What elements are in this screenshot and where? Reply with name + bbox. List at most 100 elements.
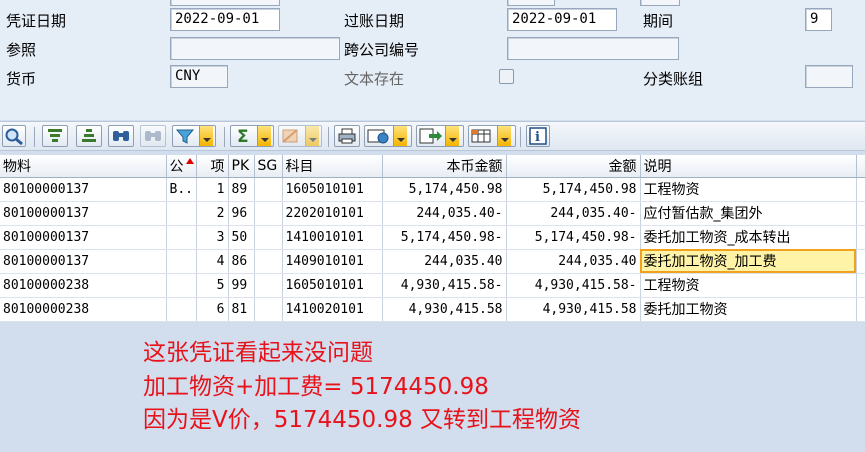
cell-company[interactable] bbox=[166, 297, 197, 322]
cell-account[interactable]: 1605010101 bbox=[282, 273, 383, 298]
cell-pk[interactable]: 89 bbox=[228, 177, 255, 202]
cell-company[interactable] bbox=[166, 249, 197, 274]
find-next-button[interactable] bbox=[140, 125, 166, 147]
cell-amount[interactable]: 244,035.40- bbox=[506, 201, 641, 226]
cell-material[interactable]: 80100000137 bbox=[0, 177, 167, 202]
layout-button[interactable] bbox=[468, 125, 516, 147]
sum-button[interactable]: Σ bbox=[230, 125, 274, 147]
table-row[interactable]: 80100000137 2 96 2202010101 244,035.40- … bbox=[0, 201, 865, 226]
cell-item[interactable]: 4 bbox=[196, 249, 229, 274]
cell-amount[interactable]: 5,174,450.98- bbox=[506, 225, 641, 250]
cell-item[interactable]: 5 bbox=[196, 273, 229, 298]
print-button[interactable] bbox=[334, 125, 360, 147]
cell-material[interactable]: 80100000238 bbox=[0, 273, 167, 298]
views-button[interactable] bbox=[364, 125, 412, 147]
cell-sg[interactable] bbox=[254, 249, 283, 274]
cell-text[interactable]: 委托加工物资 bbox=[640, 297, 857, 322]
cell-local-amount[interactable]: 5,174,450.98- bbox=[382, 225, 507, 250]
sort-ascending-button[interactable] bbox=[42, 125, 68, 147]
cell-text[interactable]: 应付暂估款_集团外 bbox=[640, 201, 857, 226]
cell-item[interactable]: 2 bbox=[196, 201, 229, 226]
cell-item[interactable]: 6 bbox=[196, 297, 229, 322]
table-row[interactable]: 80100000238 5 99 1605010101 4,930,415.58… bbox=[0, 273, 865, 298]
cell-local-amount[interactable]: 244,035.40 bbox=[382, 249, 507, 274]
cell-account[interactable]: 1409010101 bbox=[282, 249, 383, 274]
cell-local-amount[interactable]: 4,930,415.58- bbox=[382, 273, 507, 298]
details-button[interactable] bbox=[2, 125, 26, 147]
cell-company[interactable] bbox=[166, 225, 197, 250]
cell-pk[interactable]: 99 bbox=[228, 273, 255, 298]
cutoff-field-3[interactable] bbox=[640, 0, 680, 6]
reference-field[interactable] bbox=[170, 37, 340, 60]
cell-sg[interactable] bbox=[254, 225, 283, 250]
cell-local-amount[interactable]: 244,035.40- bbox=[382, 201, 507, 226]
ledger-group-field[interactable] bbox=[805, 65, 853, 88]
col-header-local-amount[interactable]: 本币金额 bbox=[382, 155, 507, 178]
cell-text[interactable]: 委托加工物资_成本转出 bbox=[640, 225, 857, 250]
currency-field[interactable]: CNY bbox=[170, 65, 228, 88]
col-header-sg[interactable]: SG bbox=[254, 155, 283, 178]
col-header-company[interactable]: 公 bbox=[166, 155, 197, 178]
cell-company[interactable] bbox=[166, 201, 197, 226]
cell-amount[interactable]: 5,174,450.98 bbox=[506, 177, 641, 202]
cell-sg[interactable] bbox=[254, 177, 283, 202]
subtotal-button[interactable] bbox=[278, 125, 322, 147]
cutoff-field-1[interactable] bbox=[170, 0, 280, 6]
cell-pk[interactable]: 50 bbox=[228, 225, 255, 250]
cell-material[interactable]: 80100000137 bbox=[0, 225, 167, 250]
layout-dropdown-arrow[interactable] bbox=[497, 126, 511, 146]
table-row[interactable]: 80100000137 B... 1 89 1605010101 5,174,4… bbox=[0, 177, 865, 202]
cell-account[interactable]: 2202010101 bbox=[282, 201, 383, 226]
col-header-pk[interactable]: PK bbox=[228, 155, 255, 178]
cell-pk[interactable]: 86 bbox=[228, 249, 255, 274]
cell-account[interactable]: 1410010101 bbox=[282, 225, 383, 250]
subtotal-dropdown-arrow[interactable] bbox=[305, 126, 319, 146]
cell-company[interactable]: B... bbox=[166, 177, 197, 202]
cell-item[interactable]: 1 bbox=[196, 177, 229, 202]
cell-sg[interactable] bbox=[254, 273, 283, 298]
views-dropdown-arrow[interactable] bbox=[393, 126, 407, 146]
cell-material[interactable]: 80100000137 bbox=[0, 249, 167, 274]
cell-sg[interactable] bbox=[254, 297, 283, 322]
filter-button[interactable] bbox=[172, 125, 216, 147]
posting-date-field[interactable]: 2022-09-01 bbox=[507, 8, 617, 31]
filter-dropdown-arrow[interactable] bbox=[199, 126, 213, 146]
col-header-text[interactable]: 说明 bbox=[640, 155, 857, 178]
col-header-overflow[interactable] bbox=[856, 155, 865, 178]
period-field[interactable]: 9 bbox=[805, 8, 832, 31]
cutoff-field-2[interactable] bbox=[507, 0, 555, 6]
cell-material[interactable]: 80100000137 bbox=[0, 201, 167, 226]
info-button[interactable]: i bbox=[526, 125, 550, 147]
cell-account[interactable]: 1605010101 bbox=[282, 177, 383, 202]
table-row[interactable]: 80100000137 3 50 1410010101 5,174,450.98… bbox=[0, 225, 865, 250]
cell-amount[interactable]: 244,035.40 bbox=[506, 249, 641, 274]
cell-material[interactable]: 80100000238 bbox=[0, 297, 167, 322]
sum-dropdown-arrow[interactable] bbox=[257, 126, 271, 146]
col-header-item[interactable]: 项 bbox=[196, 155, 229, 178]
cell-text-selected[interactable]: 委托加工物资_加工费 bbox=[640, 249, 857, 274]
cell-amount[interactable]: 4,930,415.58- bbox=[506, 273, 641, 298]
col-header-material[interactable]: 物料 bbox=[0, 155, 167, 178]
cell-pk[interactable]: 96 bbox=[228, 201, 255, 226]
doc-date-field[interactable]: 2022-09-01 bbox=[170, 8, 280, 31]
export-dropdown-arrow[interactable] bbox=[445, 126, 459, 146]
cell-item[interactable]: 3 bbox=[196, 225, 229, 250]
cell-company[interactable] bbox=[166, 273, 197, 298]
cell-text[interactable]: 工程物资 bbox=[640, 273, 857, 298]
sort-descending-button[interactable] bbox=[76, 125, 102, 147]
cell-pk[interactable]: 81 bbox=[228, 297, 255, 322]
cell-local-amount[interactable]: 4,930,415.58 bbox=[382, 297, 507, 322]
cell-local-amount[interactable]: 5,174,450.98 bbox=[382, 177, 507, 202]
cell-sg[interactable] bbox=[254, 201, 283, 226]
cell-account[interactable]: 1410020101 bbox=[282, 297, 383, 322]
col-header-account[interactable]: 科目 bbox=[282, 155, 383, 178]
cell-amount[interactable]: 4,930,415.58 bbox=[506, 297, 641, 322]
export-button[interactable] bbox=[416, 125, 464, 147]
find-button[interactable] bbox=[108, 125, 134, 147]
col-header-amount[interactable]: 金额 bbox=[506, 155, 641, 178]
cell-text[interactable]: 工程物资 bbox=[640, 177, 857, 202]
text-exists-checkbox[interactable] bbox=[499, 69, 514, 84]
table-row[interactable]: 80100000238 6 81 1410020101 4,930,415.58… bbox=[0, 297, 865, 322]
table-row[interactable]: 80100000137 4 86 1409010101 244,035.40 2… bbox=[0, 249, 865, 274]
cross-company-field[interactable] bbox=[507, 37, 679, 60]
